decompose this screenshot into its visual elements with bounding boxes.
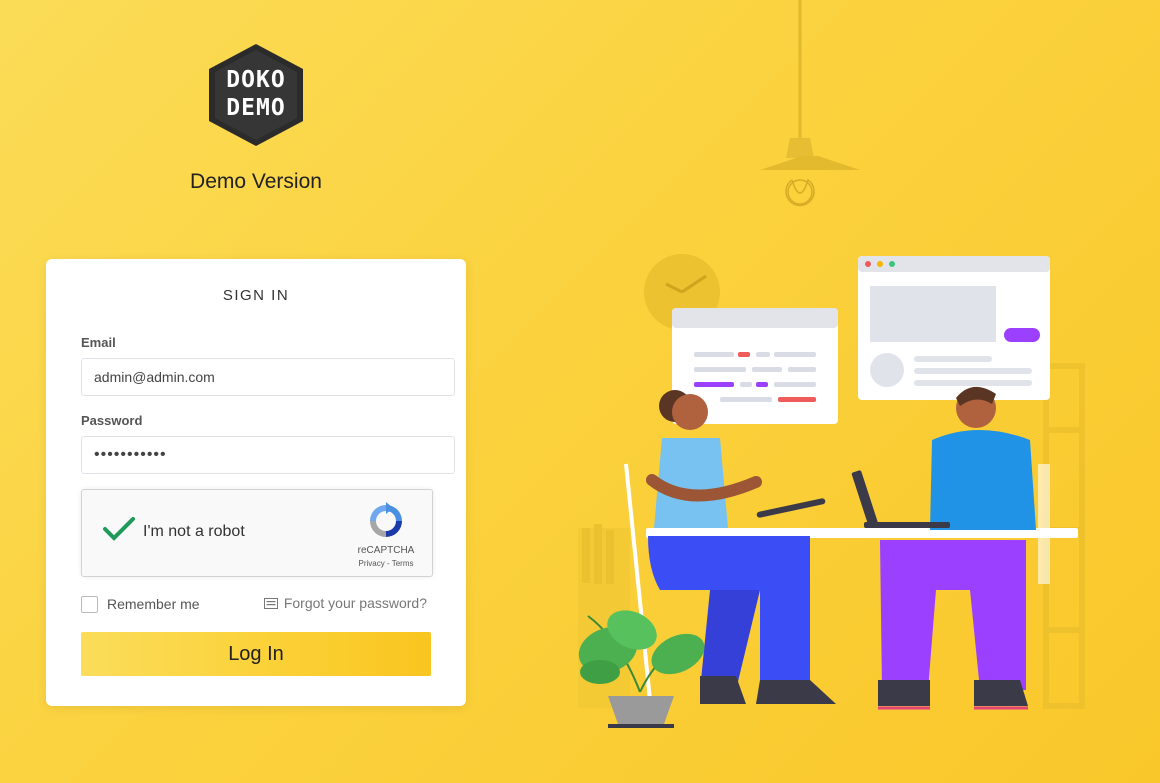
recaptcha-brand: reCAPTCHA — [357, 545, 415, 556]
remember-checkbox[interactable] — [81, 595, 98, 613]
logo-text: DOKO DEMO — [226, 67, 286, 121]
sign-in-title: SIGN IN — [222, 287, 290, 304]
recaptcha-icon — [370, 502, 402, 537]
forgot-password-label[interactable]: Forgot your password? — [284, 595, 427, 611]
email-field[interactable]: admin@admin.com — [81, 358, 455, 396]
login-card: SIGN IN Email admin@admin.com Password •… — [46, 259, 466, 706]
password-field[interactable]: ••••••••••• — [81, 436, 455, 474]
app-subtitle: Demo Version — [190, 170, 322, 193]
remember-me[interactable]: Remember me — [81, 595, 200, 613]
remember-label: Remember me — [107, 596, 200, 612]
email-label: Email — [81, 335, 116, 350]
lamp-icon — [760, 0, 860, 207]
team-illustration — [578, 0, 1085, 728]
keyboard-icon — [263, 597, 278, 609]
check-icon[interactable] — [102, 516, 136, 542]
recaptcha-links[interactable]: Privacy - Terms — [347, 559, 425, 568]
dashboard-window-right — [858, 256, 1050, 400]
password-label: Password — [81, 413, 143, 428]
person-man — [851, 386, 1050, 710]
recaptcha-widget[interactable]: I'm not a robot reCAPTCHA Privacy - Term… — [81, 489, 433, 577]
login-button[interactable]: Log In — [81, 632, 431, 676]
forgot-password-link[interactable]: Forgot your password? — [263, 595, 427, 611]
recaptcha-label: I'm not a robot — [143, 523, 245, 540]
brand-logo: DOKO DEMO — [209, 44, 303, 146]
